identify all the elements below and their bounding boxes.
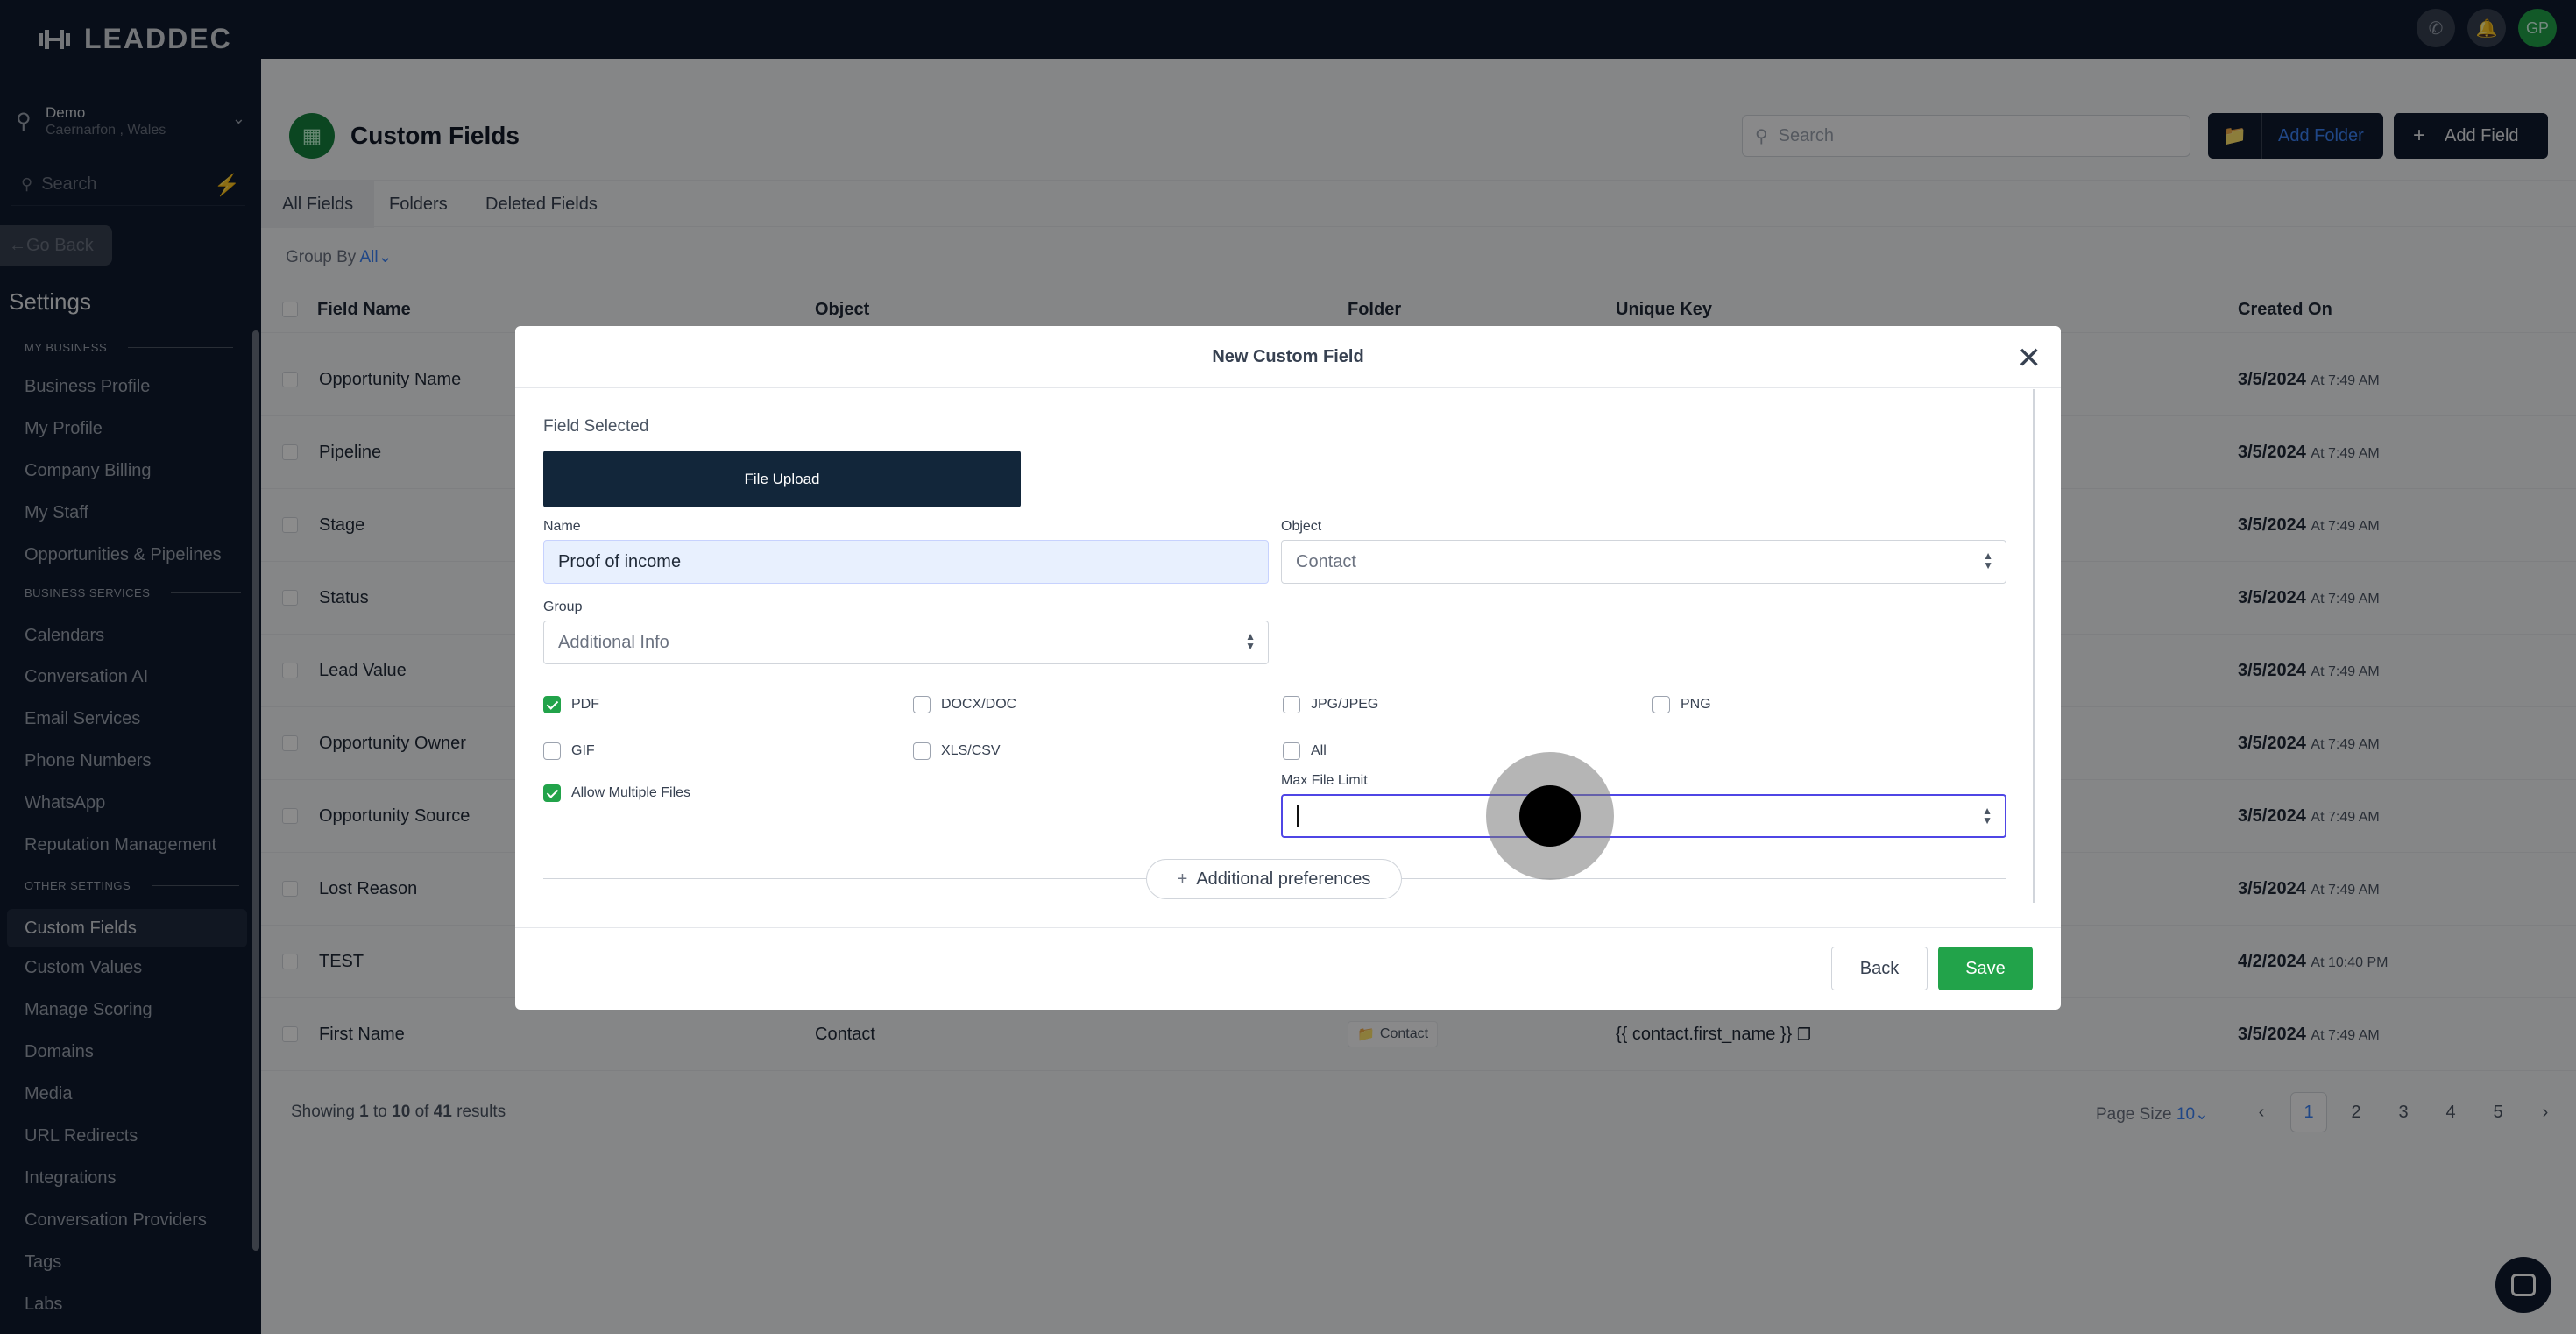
back-button[interactable]: Back (1831, 947, 1928, 990)
number-stepper-icon[interactable]: ▲ ▼ (1982, 805, 1992, 826)
text-caret (1297, 805, 1299, 827)
checkbox-png[interactable]: PNG (1652, 696, 1711, 713)
name-label: Name (543, 519, 581, 534)
select-arrows-icon: ▲ ▼ (1245, 630, 1256, 652)
checkbox-pdf[interactable]: PDF (543, 696, 599, 713)
checkbox-allow-multiple-files[interactable]: Allow Multiple Files (543, 784, 690, 802)
modal-scrollbar[interactable] (2033, 389, 2035, 903)
checkbox-box[interactable] (913, 742, 931, 760)
save-button[interactable]: Save (1938, 947, 2033, 990)
checkbox-xls[interactable]: XLS/CSV (913, 742, 1001, 760)
select-arrows-icon: ▲ ▼ (1983, 550, 1993, 571)
checkbox-all[interactable]: All (1283, 742, 1327, 760)
checkbox-box[interactable] (1652, 696, 1670, 713)
max-file-limit-input[interactable]: ▲ ▼ (1281, 794, 2006, 838)
object-label: Object (1281, 519, 1322, 534)
touch-cursor-indicator (1486, 752, 1614, 880)
new-custom-field-modal: New Custom Field ✕ Field Selected File U… (515, 326, 2061, 1010)
field-type-card[interactable]: File Upload (543, 451, 1021, 507)
name-field[interactable]: Proof of income (543, 540, 1269, 584)
checkbox-box[interactable] (913, 696, 931, 713)
checkbox-box[interactable] (543, 784, 561, 802)
max-file-limit-label: Max File Limit (1281, 773, 1368, 788)
checkbox-jpg[interactable]: JPG/JPEG (1283, 696, 1378, 713)
divider (515, 387, 2061, 388)
modal-title: New Custom Field (1212, 347, 1364, 366)
group-label: Group (543, 600, 583, 614)
divider (515, 927, 2061, 928)
checkbox-box[interactable] (543, 742, 561, 760)
checkbox-box[interactable] (1283, 696, 1300, 713)
group-select[interactable]: Additional Info ▲ ▼ (543, 621, 1269, 664)
checkbox-docx[interactable]: DOCX/DOC (913, 696, 1016, 713)
checkbox-gif[interactable]: GIF (543, 742, 595, 760)
plus-icon: + (1177, 869, 1188, 889)
field-selected-label: Field Selected (543, 417, 649, 436)
close-icon[interactable]: ✕ (2017, 344, 2042, 373)
checkbox-box[interactable] (1283, 742, 1300, 760)
additional-preferences-button[interactable]: + Additional preferences (1146, 859, 1402, 899)
object-select[interactable]: Contact ▲ ▼ (1281, 540, 2006, 584)
checkbox-box[interactable] (543, 696, 561, 713)
